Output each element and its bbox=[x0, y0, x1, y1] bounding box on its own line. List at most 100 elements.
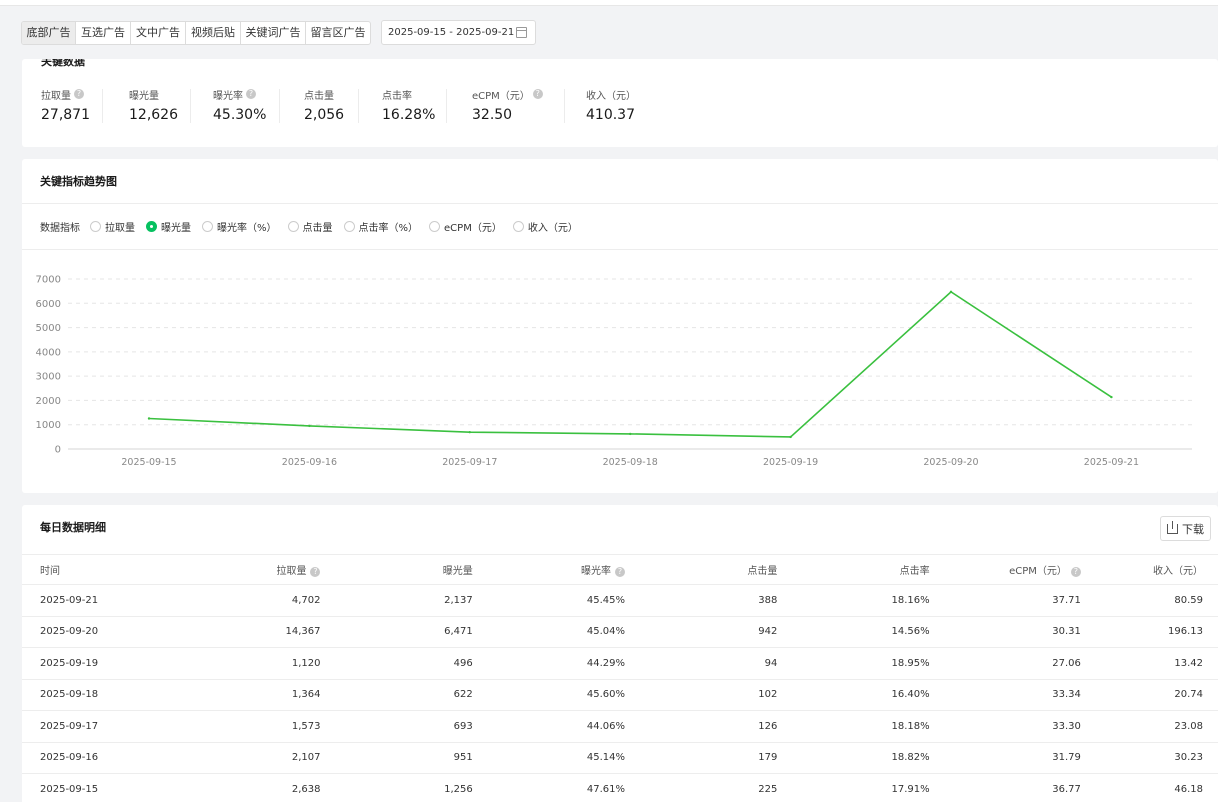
help-icon[interactable]: ? bbox=[310, 567, 321, 577]
y-tick-label: 3000 bbox=[36, 372, 61, 383]
date-range-picker[interactable]: 2025-09-15 - 2025-09-21 bbox=[381, 20, 536, 45]
table-cell: 45.14% bbox=[472, 742, 626, 774]
download-label: 下载 bbox=[1182, 522, 1204, 536]
help-icon[interactable]: ? bbox=[532, 89, 543, 99]
metric-option-2[interactable]: 曝光率（%） bbox=[202, 219, 277, 234]
radio-button[interactable] bbox=[429, 221, 441, 232]
column-header: 曝光率? bbox=[472, 554, 626, 585]
tab-in-article-ad[interactable]: 文中广告 bbox=[131, 22, 186, 44]
metric-divider bbox=[446, 89, 447, 123]
help-icon[interactable]: ? bbox=[246, 89, 256, 99]
column-header: 收入（元） bbox=[1080, 554, 1218, 585]
metric-label-text: 收入（元） bbox=[586, 90, 636, 102]
table-cell: 942 bbox=[625, 616, 778, 648]
x-tick-label: 2025-09-16 bbox=[282, 457, 337, 468]
y-tick-label: 4000 bbox=[36, 347, 61, 358]
tab-keyword-ad[interactable]: 关键词广告 bbox=[241, 22, 306, 44]
metric-value: 12,626 bbox=[129, 107, 178, 123]
metric-divider bbox=[358, 89, 359, 123]
table-cell: 14,367 bbox=[184, 616, 321, 648]
table-cell: 18.16% bbox=[777, 584, 930, 617]
column-header-label: eCPM（元） bbox=[1009, 566, 1067, 577]
table-cell: 80.59 bbox=[1080, 584, 1218, 617]
data-point bbox=[789, 435, 792, 439]
table-cell: 1,573 bbox=[184, 710, 321, 743]
y-tick-label: 0 bbox=[55, 445, 61, 456]
trend-card: 关键指标趋势图 数据指标 拉取量 曝光量 曝光率（%） 点击量 点击率（%） eCPM（元… bbox=[22, 159, 1218, 493]
radio-button[interactable] bbox=[146, 221, 157, 232]
metric-label: 点击率 bbox=[382, 87, 435, 102]
column-header-label: 曝光量 bbox=[442, 566, 473, 577]
column-header-label: 时间 bbox=[40, 566, 60, 577]
metric-divider bbox=[279, 89, 280, 123]
y-tick-label: 7000 bbox=[36, 275, 61, 286]
metric-label-text: 拉取量 bbox=[41, 90, 71, 102]
metric-option-label: 点击量 bbox=[302, 223, 333, 234]
metric-label: eCPM（元）? bbox=[472, 87, 543, 102]
radio-button[interactable] bbox=[343, 221, 355, 232]
table-cell: 18.18% bbox=[777, 710, 930, 743]
table-cell: 196.13 bbox=[1080, 616, 1218, 648]
table-cell: 14.56% bbox=[777, 616, 930, 648]
table-cell: 45.04% bbox=[472, 616, 626, 648]
series-line bbox=[148, 290, 1112, 438]
help-icon[interactable]: ? bbox=[615, 567, 626, 577]
x-tick-label: 2025-09-18 bbox=[603, 457, 658, 468]
column-header-label: 点击量 bbox=[747, 566, 778, 577]
metric-divider bbox=[102, 89, 103, 123]
metric-option-1[interactable]: 曝光量 bbox=[146, 219, 191, 234]
metric-divider bbox=[190, 89, 191, 123]
metric-label-text: 点击量 bbox=[304, 90, 334, 102]
table-cell: 17.91% bbox=[777, 773, 930, 802]
key-data-title: 关键数据 bbox=[41, 59, 85, 68]
table-cell: 20.74 bbox=[1080, 679, 1218, 711]
tab-comment-ad[interactable]: 留言区广告 bbox=[306, 22, 370, 44]
radio-button[interactable] bbox=[90, 221, 101, 232]
data-point bbox=[308, 424, 311, 428]
download-button[interactable]: 下载 bbox=[1160, 516, 1211, 541]
metric-option-6[interactable]: 收入（元） bbox=[512, 219, 578, 234]
daily-detail-card: 每日数据明细 下载 时间 拉取量? 曝光量 曝光率? 点击量 点击率 eCPM（元）? 收入（… bbox=[22, 505, 1218, 802]
metric-label: 曝光率? bbox=[213, 87, 266, 102]
metric-option-4[interactable]: 点击率（%） bbox=[343, 219, 418, 234]
metric-1: 曝光量 12,626 bbox=[129, 87, 178, 124]
tab-mutual-ad[interactable]: 互选广告 bbox=[76, 22, 131, 44]
metric-option-3[interactable]: 点击量 bbox=[287, 219, 333, 234]
column-header: 曝光量 bbox=[320, 554, 473, 585]
tab-video-post-ad[interactable]: 视频后贴 bbox=[186, 22, 241, 44]
table-cell: 2025-09-18 bbox=[22, 679, 185, 711]
table-cell: 2025-09-21 bbox=[22, 584, 185, 617]
data-point bbox=[1110, 395, 1113, 399]
table-cell: 47.61% bbox=[472, 773, 626, 802]
radio-button[interactable] bbox=[202, 221, 213, 232]
help-icon[interactable]: ? bbox=[74, 89, 84, 99]
table-row: 2025-09-20 14,367 6,471 45.04% 942 14.56% 30.3… bbox=[22, 616, 1218, 648]
x-tick-label: 2025-09-20 bbox=[923, 457, 978, 468]
table-cell: 18.82% bbox=[777, 742, 930, 774]
help-icon[interactable]: ? bbox=[1070, 567, 1081, 577]
metric-label: 点击量 bbox=[304, 87, 344, 102]
metric-label-text: 曝光率 bbox=[213, 90, 243, 102]
table-cell: 45.45% bbox=[472, 584, 626, 617]
download-icon bbox=[1167, 520, 1178, 534]
metric-option-0[interactable]: 拉取量 bbox=[90, 219, 135, 234]
metric-2: 曝光率? 45.30% bbox=[213, 87, 266, 123]
radio-button[interactable] bbox=[512, 221, 524, 232]
table-cell: 126 bbox=[625, 710, 778, 743]
metric-option-5[interactable]: eCPM（元） bbox=[429, 219, 502, 234]
metric-0: 拉取量? 27,871 bbox=[41, 87, 90, 123]
metric-option-label: eCPM（元） bbox=[444, 223, 502, 234]
table-cell: 2025-09-20 bbox=[22, 616, 185, 648]
table-cell: 2025-09-15 bbox=[22, 773, 185, 802]
x-tick-label: 2025-09-21 bbox=[1084, 457, 1139, 468]
table-row: 2025-09-15 2,638 1,256 47.61% 225 17.91% 36.77… bbox=[22, 773, 1218, 802]
table-cell: 37.71 bbox=[929, 584, 1081, 617]
radio-button[interactable] bbox=[287, 221, 299, 232]
column-header-label: 收入（元） bbox=[1153, 566, 1203, 577]
tab-bottom-ad[interactable]: 底部广告 bbox=[22, 22, 76, 44]
table-cell: 622 bbox=[320, 679, 473, 711]
table-row: 2025-09-16 2,107 951 45.14% 179 18.82% 31.79 30… bbox=[22, 742, 1218, 774]
selector-label: 数据指标 bbox=[40, 223, 80, 234]
top-header-strip bbox=[0, 0, 1218, 6]
key-data-card: 关键数据 拉取量? 27,871 曝光量 12,626 曝光率? 45.30% 点击量 2,0… bbox=[22, 59, 1218, 147]
